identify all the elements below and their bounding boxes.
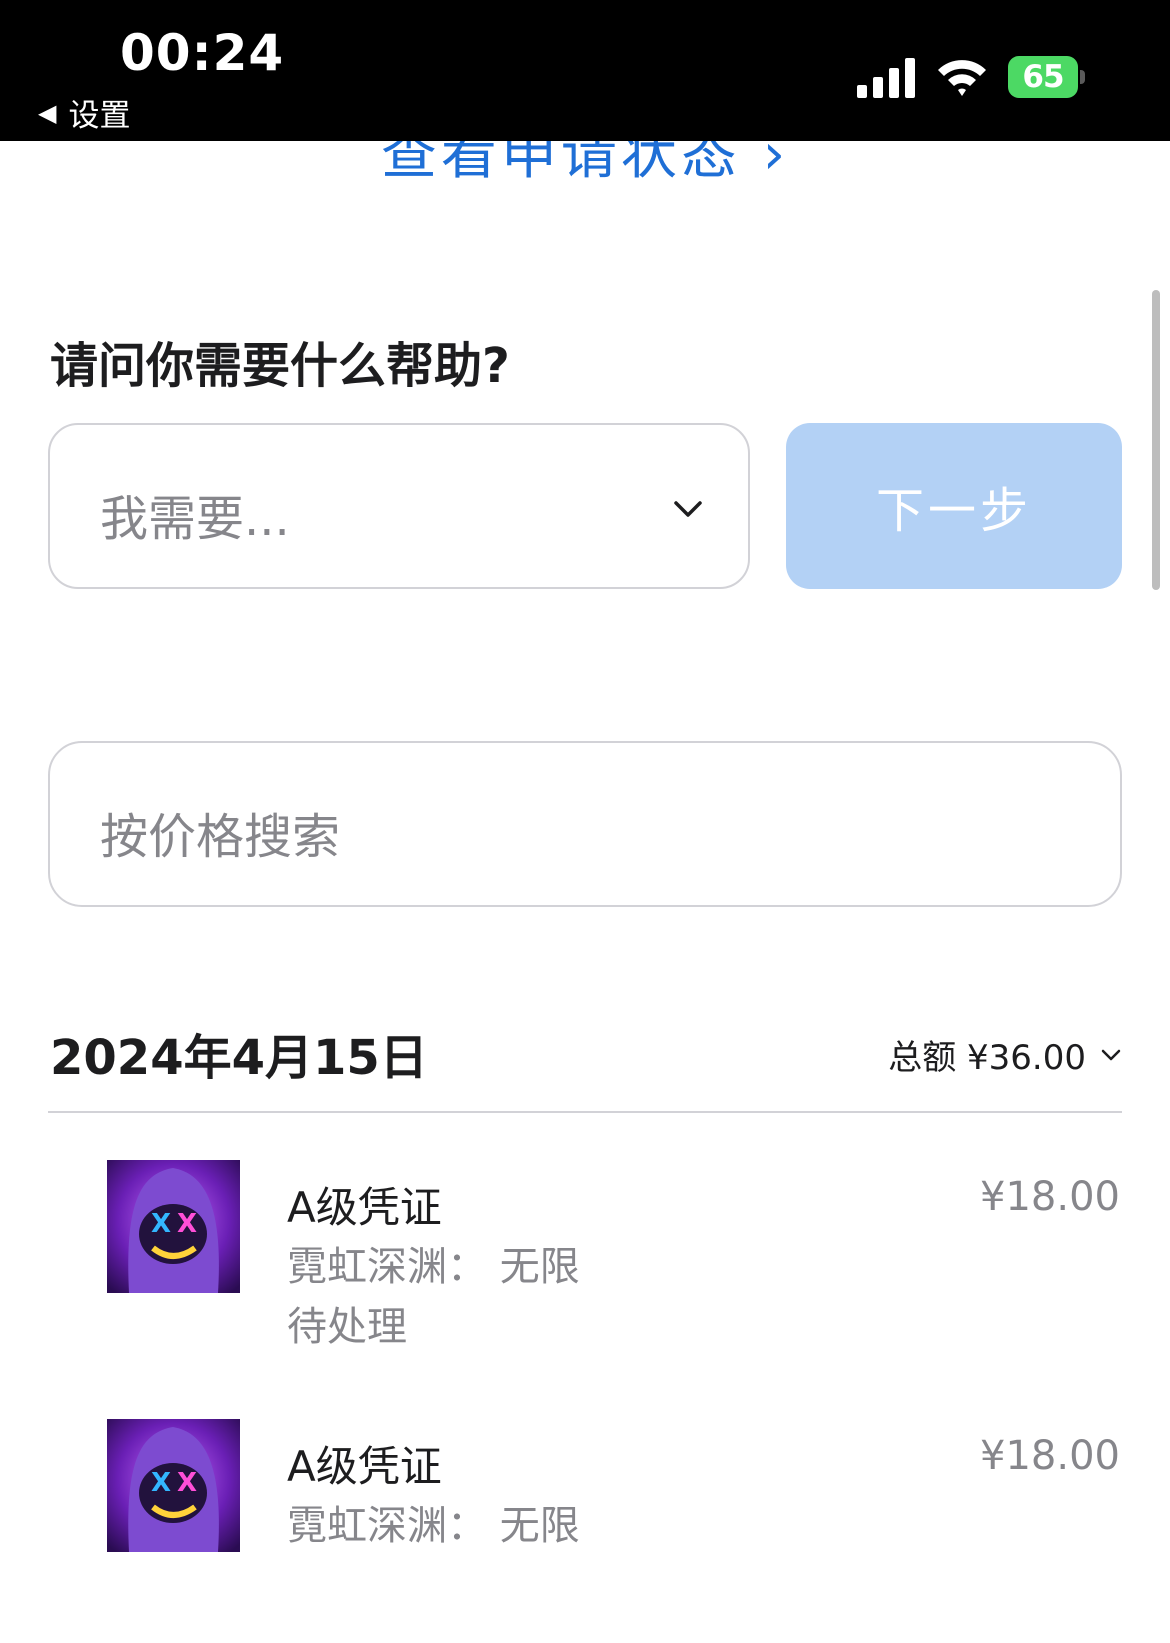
order-total-toggle[interactable]: 总额 ¥36.00 bbox=[888, 1030, 1122, 1079]
chevron-down-icon bbox=[674, 501, 702, 517]
price-search-placeholder: 按价格搜索 bbox=[100, 809, 341, 865]
battery-cap bbox=[1080, 70, 1085, 84]
battery-level: 65 bbox=[1022, 59, 1064, 95]
game-thumbnail-icon: X X bbox=[107, 1160, 240, 1293]
item-subtitle: 霓虹深渊： 无限 bbox=[287, 1503, 580, 1549]
order-date: 2024年4月15日 bbox=[50, 1030, 428, 1086]
clock: 00:24 bbox=[120, 24, 285, 82]
svg-text:X: X bbox=[177, 1468, 197, 1498]
svg-text:X: X bbox=[151, 1468, 171, 1498]
order-item[interactable]: X X A级凭证 霓虹深渊： 无限 ¥18.00 bbox=[0, 1419, 1170, 1559]
order-item[interactable]: X X A级凭证 霓虹深渊： 无限 待处理 ¥18.00 bbox=[0, 1160, 1170, 1350]
item-title: A级凭证 bbox=[287, 1442, 442, 1491]
battery-charging-icon: 65 bbox=[1008, 56, 1085, 98]
cellular-signal-icon bbox=[857, 58, 915, 98]
item-status: 待处理 bbox=[287, 1304, 407, 1350]
item-price: ¥18.00 bbox=[980, 1174, 1120, 1220]
price-search-input[interactable]: 按价格搜索 bbox=[48, 741, 1122, 907]
back-app-label: 设置 bbox=[68, 98, 131, 134]
scrollbar[interactable] bbox=[1152, 290, 1160, 590]
divider bbox=[48, 1111, 1122, 1113]
need-dropdown[interactable]: 我需要... bbox=[48, 423, 750, 589]
chevron-down-icon bbox=[1101, 1049, 1121, 1060]
next-step-button[interactable]: 下一步 bbox=[786, 423, 1122, 589]
status-bar: 00:24 ◀ 设置 65 bbox=[0, 0, 1170, 141]
help-heading: 请问你需要什么帮助? bbox=[50, 338, 510, 394]
item-price: ¥18.00 bbox=[980, 1433, 1120, 1479]
game-thumbnail-icon: X X bbox=[107, 1419, 240, 1552]
svg-text:X: X bbox=[177, 1209, 197, 1239]
back-to-settings[interactable]: ◀ 设置 bbox=[38, 90, 130, 135]
svg-text:X: X bbox=[151, 1209, 171, 1239]
wifi-icon bbox=[938, 60, 986, 96]
item-title: A级凭证 bbox=[287, 1183, 442, 1232]
need-dropdown-placeholder: 我需要... bbox=[100, 491, 290, 547]
back-arrow-icon: ◀ bbox=[38, 98, 57, 127]
order-total-label: 总额 ¥36.00 bbox=[888, 1038, 1086, 1078]
item-subtitle: 霓虹深渊： 无限 bbox=[287, 1244, 580, 1290]
